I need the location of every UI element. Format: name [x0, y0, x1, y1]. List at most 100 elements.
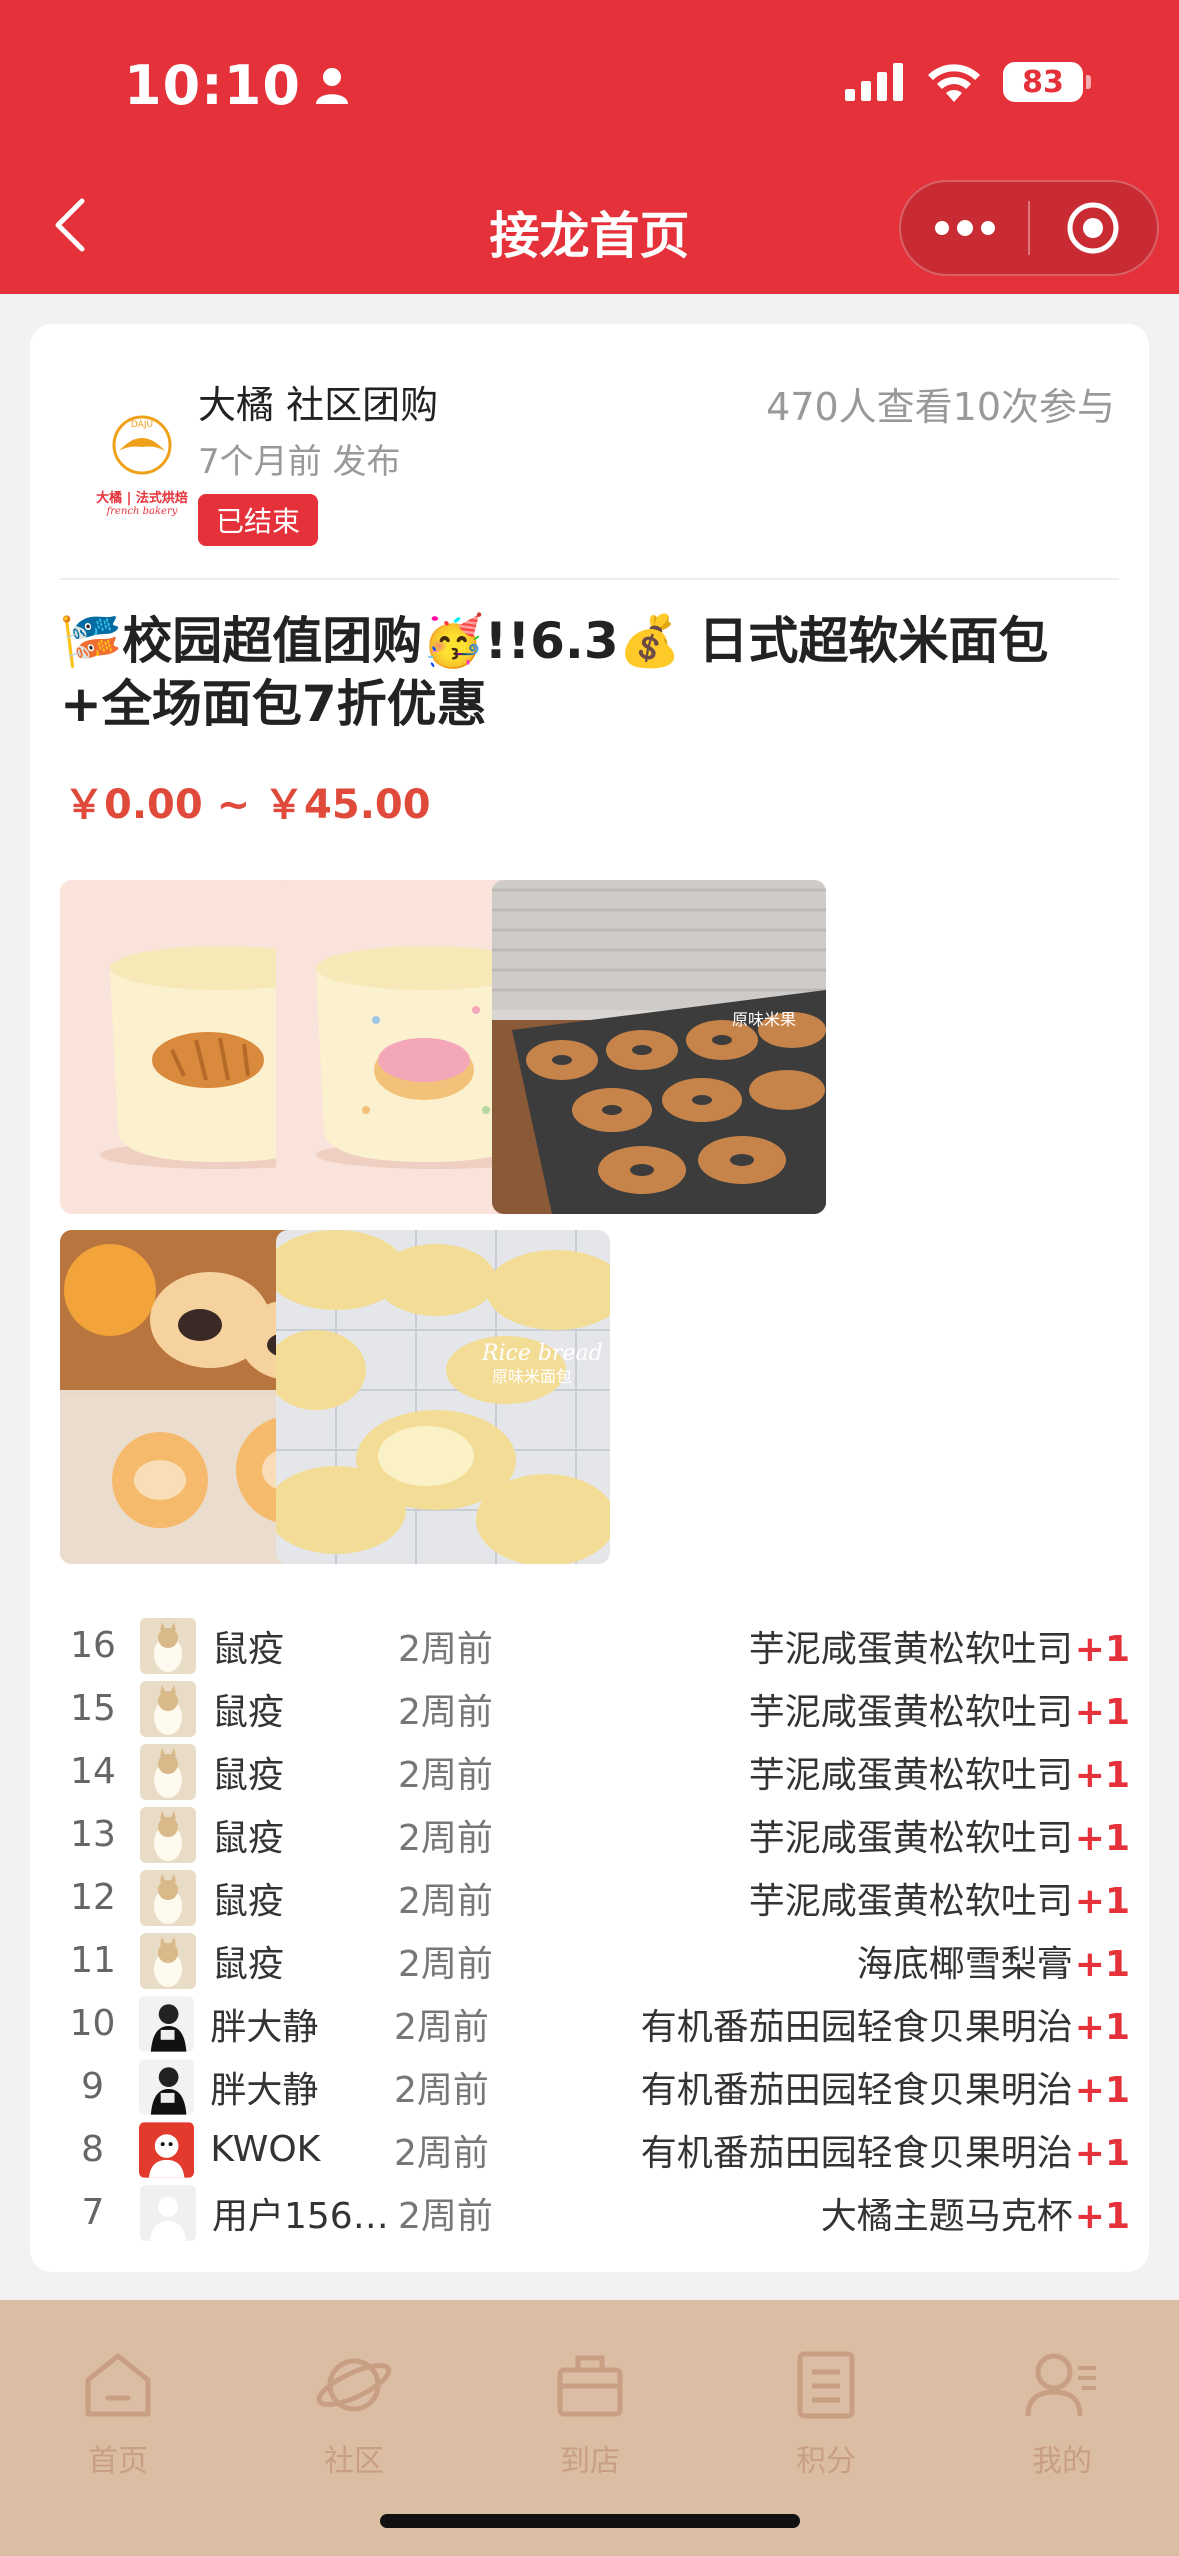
order-item: 大橘主题马克杯+1: [648, 2187, 1130, 2239]
more-button[interactable]: [901, 182, 1028, 274]
order-time: 2周前: [394, 2132, 489, 2174]
order-quantity: +1: [1074, 2132, 1131, 2174]
order-time: 2周前: [394, 2006, 489, 2048]
rice-bread-picture: Rice bread 原味米面包: [276, 1230, 610, 1564]
tab-home-label: 首页: [88, 2444, 148, 2479]
order-row: 11 鼠疫 2周前 海底椰雪梨膏+1: [60, 1929, 1130, 1992]
user-name: 胖大静: [210, 2006, 319, 2048]
user-avatar[interactable]: [140, 2184, 196, 2241]
order-item: 芋泥咸蛋黄松软吐司+1: [648, 1620, 1130, 1672]
order-quantity: +1: [1074, 2006, 1131, 2048]
order-quantity: +1: [1074, 2069, 1131, 2111]
order-time: 2周前: [398, 1817, 493, 1859]
status-badge: 已结束: [198, 494, 319, 546]
planet-icon: [316, 2358, 392, 2412]
shop-name[interactable]: 大橘 社区团购: [198, 374, 438, 429]
more-dots-icon: [934, 220, 995, 236]
group-buy-card: DAJU 大橘 | 法式烘焙 french bakery 大橘 社区团购 7个月…: [30, 324, 1149, 2272]
cellular-signal-icon: [845, 63, 903, 101]
order-list: 16 鼠疫 2周前 芋泥咸蛋黄松软吐司+1 15 鼠疫 2周前 芋泥咸蛋黄松软吐司+1 14 鼠疫…: [60, 1614, 1130, 2244]
order-item-name: 芋泥咸蛋黄松软吐司: [748, 1628, 1073, 1670]
user-avatar[interactable]: [140, 1932, 196, 1989]
order-row: 12 鼠疫 2周前 芋泥咸蛋黄松软吐司+1: [60, 1866, 1130, 1929]
order-item-name: 大橘主题马克杯: [820, 2195, 1073, 2237]
status-time: 10:10: [124, 54, 349, 117]
croissant-logo-icon: DAJU: [112, 415, 172, 475]
user-name: 鼠疫: [212, 1880, 285, 1922]
order-quantity: +1: [1074, 1628, 1130, 1670]
order-time: 2周前: [398, 2195, 493, 2237]
order-time: 2周前: [398, 1943, 493, 1985]
tab-home[interactable]: 首页: [18, 2350, 218, 2480]
wifi-icon: [928, 64, 980, 102]
tab-community-label: 社区: [324, 2444, 384, 2479]
logo-subtitle-en: french bakery: [106, 506, 178, 517]
tab-profile[interactable]: 我的: [962, 2350, 1162, 2480]
header-bar: 10:10 83 接龙首页: [0, 0, 1179, 294]
user-avatar[interactable]: [140, 1743, 196, 1800]
order-number: 16: [70, 1625, 116, 1666]
rice-bread-caption-cn: 原味米面包: [492, 1367, 572, 1386]
tab-store[interactable]: 到店: [490, 2350, 690, 2480]
order-quantity: +1: [1074, 2195, 1130, 2237]
target-circle-icon: [1067, 202, 1119, 254]
bagels-tray-picture: 原味米果: [492, 880, 826, 1214]
rice-bread-caption: Rice bread: [481, 1341, 603, 1366]
order-time: 2周前: [398, 1880, 493, 1922]
user-name: 用户156…: [212, 2195, 389, 2237]
logo-subtitle: 大橘 | 法式烘焙: [96, 491, 188, 506]
image-gallery: 原味米果 Rice bread 原味米面包: [60, 880, 1130, 1564]
user-avatar[interactable]: [139, 2058, 195, 2115]
order-time: 2周前: [398, 1691, 493, 1733]
order-number: 7: [81, 2192, 105, 2233]
shop-bag-icon: [557, 2355, 623, 2417]
gallery-image-bagels-tray[interactable]: 原味米果: [492, 880, 826, 1214]
order-item-name: 海底椰雪梨膏: [856, 1943, 1073, 1985]
user-name: 鼠疫: [212, 1943, 285, 1985]
bagel-caption: 原味米果: [732, 1010, 796, 1029]
order-number: 12: [70, 1877, 116, 1918]
tab-community[interactable]: 社区: [254, 2350, 454, 2480]
order-item: 有机番茄田园轻食贝果明治+1: [641, 2061, 1130, 2113]
logo-text: DAJU: [131, 420, 153, 430]
order-item: 芋泥咸蛋黄松软吐司+1: [648, 1746, 1130, 1798]
points-list-icon: [797, 2351, 855, 2419]
user-avatar[interactable]: [139, 2121, 195, 2178]
profile-icon: [1025, 2353, 1096, 2417]
tab-points-label: 积分: [796, 2444, 856, 2479]
close-miniprogram-button[interactable]: [1030, 182, 1157, 274]
view-stats: 470人查看10次参与: [766, 385, 1115, 429]
battery-indicator: 83: [1003, 62, 1091, 102]
order-quantity: +1: [1074, 1817, 1130, 1859]
shop-logo[interactable]: DAJU 大橘 | 法式烘焙 french bakery: [64, 388, 220, 544]
order-row: 16 鼠疫 2周前 芋泥咸蛋黄松软吐司+1: [60, 1614, 1130, 1677]
order-quantity: +1: [1074, 1754, 1130, 1796]
order-number: 13: [70, 1814, 116, 1855]
order-row: 13 鼠疫 2周前 芋泥咸蛋黄松软吐司+1: [60, 1803, 1130, 1866]
user-avatar[interactable]: [139, 1995, 195, 2052]
person-icon: [315, 67, 348, 104]
order-time: 2周前: [394, 2069, 489, 2111]
order-quantity: +1: [1074, 1943, 1130, 1985]
tab-store-label: 到店: [560, 2444, 620, 2479]
order-row: 14 鼠疫 2周前 芋泥咸蛋黄松软吐司+1: [60, 1740, 1130, 1803]
miniprogram-capsule: [899, 180, 1159, 276]
order-row: 7 用户156… 2周前 大橘主题马克杯+1: [60, 2181, 1130, 2244]
home-icon: [85, 2353, 151, 2417]
user-avatar[interactable]: [140, 1806, 196, 1863]
order-number: 8: [81, 2129, 105, 2170]
order-item-name: 有机番茄田园轻食贝果明治: [640, 2069, 1073, 2111]
order-number: 9: [81, 2066, 105, 2107]
status-icons: 83: [845, 62, 1091, 102]
gallery-image-rice-bread[interactable]: Rice bread 原味米面包: [276, 1230, 610, 1564]
tab-points[interactable]: 积分: [726, 2350, 926, 2480]
order-item-name: 芋泥咸蛋黄松软吐司: [748, 1817, 1073, 1859]
user-avatar[interactable]: [140, 1680, 196, 1737]
order-item-name: 芋泥咸蛋黄松软吐司: [748, 1880, 1073, 1922]
order-quantity: +1: [1074, 1691, 1130, 1733]
order-item: 芋泥咸蛋黄松软吐司+1: [648, 1683, 1130, 1735]
user-avatar[interactable]: [140, 1869, 196, 1926]
user-avatar[interactable]: [140, 1617, 196, 1674]
price-range: ￥0.00 ~ ￥45.00: [64, 782, 431, 828]
user-name: 鼠疫: [212, 1628, 285, 1670]
